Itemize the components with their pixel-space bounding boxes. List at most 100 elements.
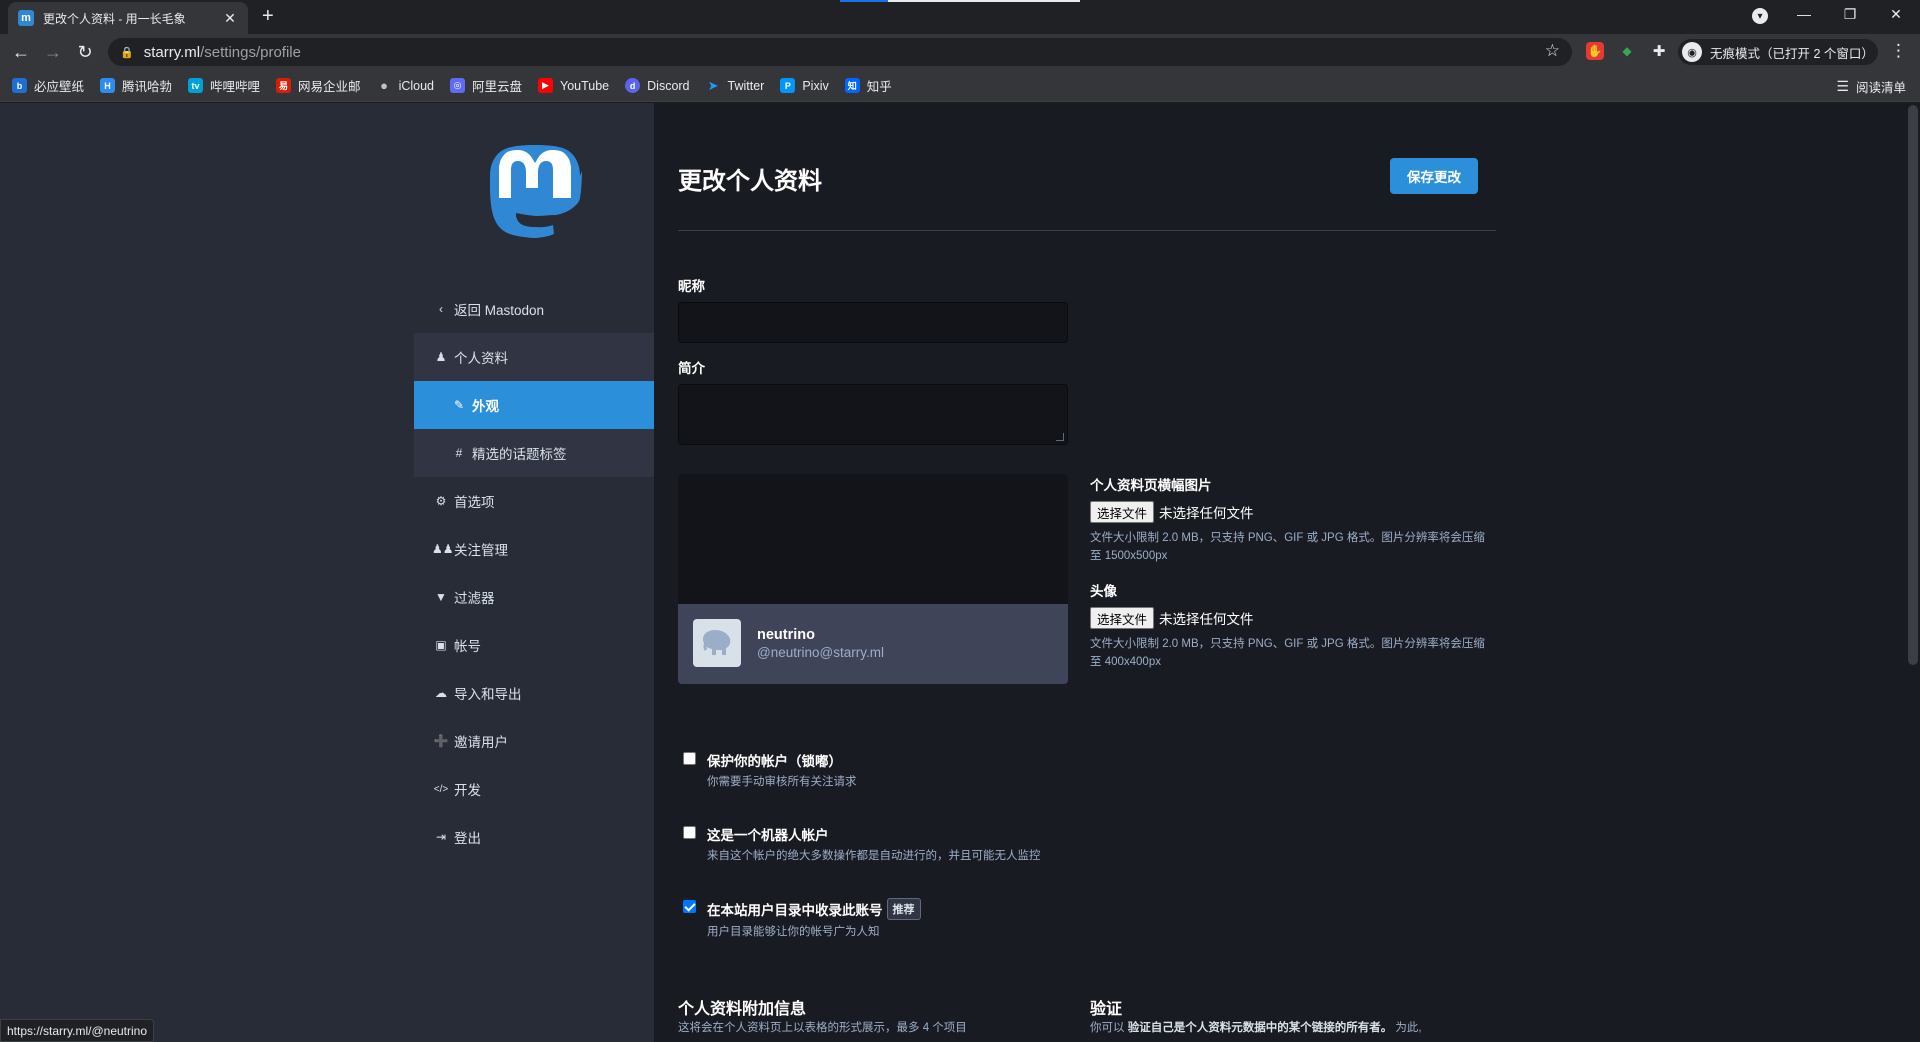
resize-grip[interactable] <box>1056 433 1066 443</box>
back-icon[interactable]: ← <box>10 41 32 63</box>
nav-profile[interactable]: ♟ 个人资料 <box>414 333 654 381</box>
reading-list-button[interactable]: ☰ 阅读清单 <box>1836 70 1906 102</box>
nav-import-export[interactable]: ☁ 导入和导出 <box>414 669 654 717</box>
header-file-row: 选择文件 未选择任何文件 <box>1090 501 1496 523</box>
profile-fields-hint: 这将会在个人资料页上以表格的形式展示，最多 4 个项目 <box>678 1022 967 1034</box>
nickname-input[interactable] <box>678 302 1068 343</box>
verification-hint-suffix: 为此, <box>1392 1022 1422 1034</box>
bookmark-label: 腾讯哈勃 <box>122 80 173 94</box>
reload-icon[interactable]: ↻ <box>74 41 96 63</box>
nav-back-to-mastodon[interactable]: ‹ 返回 Mastodon <box>414 285 654 333</box>
avatar-upload-group: 头像 选择文件 未选择任何文件 文件大小限制 2.0 MB，只支持 PNG、GI… <box>1090 580 1496 671</box>
locked-account-checkbox[interactable] <box>683 752 696 765</box>
color-extension-icon[interactable]: ◆ <box>1618 42 1636 60</box>
discoverable-checkbox[interactable] <box>683 900 696 913</box>
profile-fields-title: 个人资料附加信息 <box>678 1001 807 1018</box>
nav-preferences[interactable]: ⚙ 首选项 <box>414 477 654 525</box>
bookmark-item[interactable]: 知知乎 <box>844 76 892 95</box>
resize-grip-icon <box>1056 433 1064 441</box>
browser-tab-active[interactable]: m 更改个人资料 - 用一长毛象 ✕ <box>8 2 248 34</box>
pixiv-icon: P <box>780 78 796 93</box>
bookmark-item[interactable]: P Pixiv <box>780 78 829 93</box>
bookmark-star-icon[interactable]: ☆ <box>1545 41 1560 61</box>
nav-appearance[interactable]: ✎ 外观 <box>414 381 654 429</box>
bot-account-checkbox[interactable] <box>683 826 696 839</box>
tabstrip-indicator-accent <box>840 0 888 2</box>
nav-label: 登出 <box>454 831 481 846</box>
bookmark-item[interactable]: ◎ 阿里云盘 <box>450 76 522 95</box>
pencil-icon: ✎ <box>453 398 465 412</box>
lock-icon[interactable]: 🔒 <box>120 46 134 59</box>
bio-textarea[interactable] <box>678 384 1068 445</box>
netease-mail-icon: 易 <box>276 78 292 93</box>
tab-title: 更改个人资料 - 用一长毛象 <box>43 11 186 26</box>
minimize-icon[interactable]: — <box>1794 6 1814 22</box>
user-icon: ♟ <box>435 350 447 364</box>
bookmark-item[interactable]: ▶ YouTube <box>538 78 609 93</box>
nav-featured-tags[interactable]: # 精选的话题标签 <box>414 429 654 477</box>
tab-search-icon[interactable]: ▾ <box>1752 8 1768 24</box>
avatar-upload-hint: 文件大小限制 2.0 MB，只支持 PNG、GIF 或 JPG 格式。图片分辨率… <box>1090 638 1485 668</box>
nav-filters[interactable]: ▼ 过滤器 <box>414 573 654 621</box>
nav-account[interactable]: ▣ 帐号 <box>414 621 654 669</box>
verification-hint-prefix: 你可以 <box>1090 1022 1128 1034</box>
bookmark-label: Discord <box>647 78 690 93</box>
extensions-puzzle-icon[interactable]: ✚ <box>1650 42 1668 60</box>
bookmark-item[interactable]: ➤ Twitter <box>706 78 765 93</box>
chevron-left-icon: ‹ <box>439 302 443 316</box>
bookmarks-bar: b 必应壁纸 H 腾讯哈勃 tv 哔哩哔哩 易网易企业邮 ● iCloud ◎ 阿里云盘 … <box>0 70 1920 102</box>
scrollbar-thumb[interactable] <box>1908 105 1918 665</box>
scrollbar[interactable] <box>1906 103 1920 1042</box>
discord-icon: d <box>625 78 641 93</box>
nav-invites[interactable]: ➕ 邀请用户 <box>414 717 654 765</box>
header-choose-file-button[interactable]: 选择文件 <box>1090 501 1155 523</box>
bookmark-item[interactable]: b 必应壁纸 <box>12 76 84 95</box>
locked-account-label[interactable]: 保护你的帐户（锁嘟） <box>707 750 842 770</box>
cloud-icon: ☁ <box>435 686 447 700</box>
lock-icon: ▣ <box>435 638 447 652</box>
address-bar[interactable]: 🔒 starry.ml /settings/profile ☆ <box>108 38 1572 66</box>
bookmark-label: 阿里云盘 <box>472 80 523 94</box>
mastodon-logo-icon[interactable] <box>486 141 584 249</box>
incognito-label: 无痕模式（已打开 2 个窗口） <box>1710 46 1874 61</box>
avatar-choose-file-button[interactable]: 选择文件 <box>1090 607 1155 629</box>
bookmark-item[interactable]: tv 哔哩哔哩 <box>188 76 260 95</box>
preview-avatar <box>693 619 741 667</box>
twitter-icon: ➤ <box>707 77 719 93</box>
restore-icon[interactable]: ❐ <box>1840 6 1860 23</box>
adblock-extension-icon[interactable]: ✋ <box>1586 42 1604 60</box>
bookmark-item[interactable]: d Discord <box>625 78 690 93</box>
discoverable-label[interactable]: 在本站用户目录中收录此账号 推荐 <box>707 898 921 920</box>
new-tab-button[interactable]: + <box>262 5 274 28</box>
nav-label: 过滤器 <box>454 591 495 606</box>
nav-development[interactable]: </> 开发 <box>414 765 654 813</box>
filter-icon: ▼ <box>435 590 447 604</box>
reading-list-label: 阅读清单 <box>1855 80 1906 95</box>
header-file-status: 未选择任何文件 <box>1159 506 1254 521</box>
verification-hint: 你可以 验证自己是个人资料元数据中的某个链接的所有者。 为此, <box>1090 1019 1422 1035</box>
verification-hint-bold: 验证自己是个人资料元数据中的某个链接的所有者。 <box>1127 1022 1393 1034</box>
close-window-icon[interactable]: ✕ <box>1886 6 1906 23</box>
bookmark-item[interactable]: H 腾讯哈勃 <box>100 76 172 95</box>
bookmark-label: iCloud <box>398 78 434 93</box>
bot-account-label[interactable]: 这是一个机器人帐户 <box>707 824 829 844</box>
nav-logout[interactable]: ⇥ 登出 <box>414 813 654 861</box>
nav-label: 首选项 <box>454 495 495 510</box>
tab-close-icon[interactable]: ✕ <box>222 10 238 27</box>
browser-toolbar: ← → ↻ 🔒 starry.ml /settings/profile ☆ ✋ … <box>0 34 1920 70</box>
nickname-label: 昵称 <box>678 279 705 294</box>
code-icon: </> <box>433 783 449 795</box>
tencent-habo-icon: H <box>100 78 116 93</box>
nav-relationships[interactable]: ♟♟ 关注管理 <box>414 525 654 573</box>
bookmark-label: Pixiv <box>802 78 829 93</box>
save-button[interactable]: 保存更改 <box>1390 158 1478 194</box>
browser-menu-icon[interactable]: ⋮ <box>1890 41 1907 61</box>
incognito-indicator[interactable]: ◉ 无痕模式（已打开 2 个窗口） <box>1678 39 1878 65</box>
forward-icon[interactable]: → <box>42 41 64 63</box>
hashtag-icon: # <box>455 446 463 460</box>
bio-label: 简介 <box>678 361 705 376</box>
bookmark-label: YouTube <box>560 78 610 93</box>
bookmark-item[interactable]: ● iCloud <box>377 78 434 93</box>
bookmark-item[interactable]: 易网易企业邮 <box>276 76 361 95</box>
incognito-icon: ◉ <box>1682 42 1702 62</box>
